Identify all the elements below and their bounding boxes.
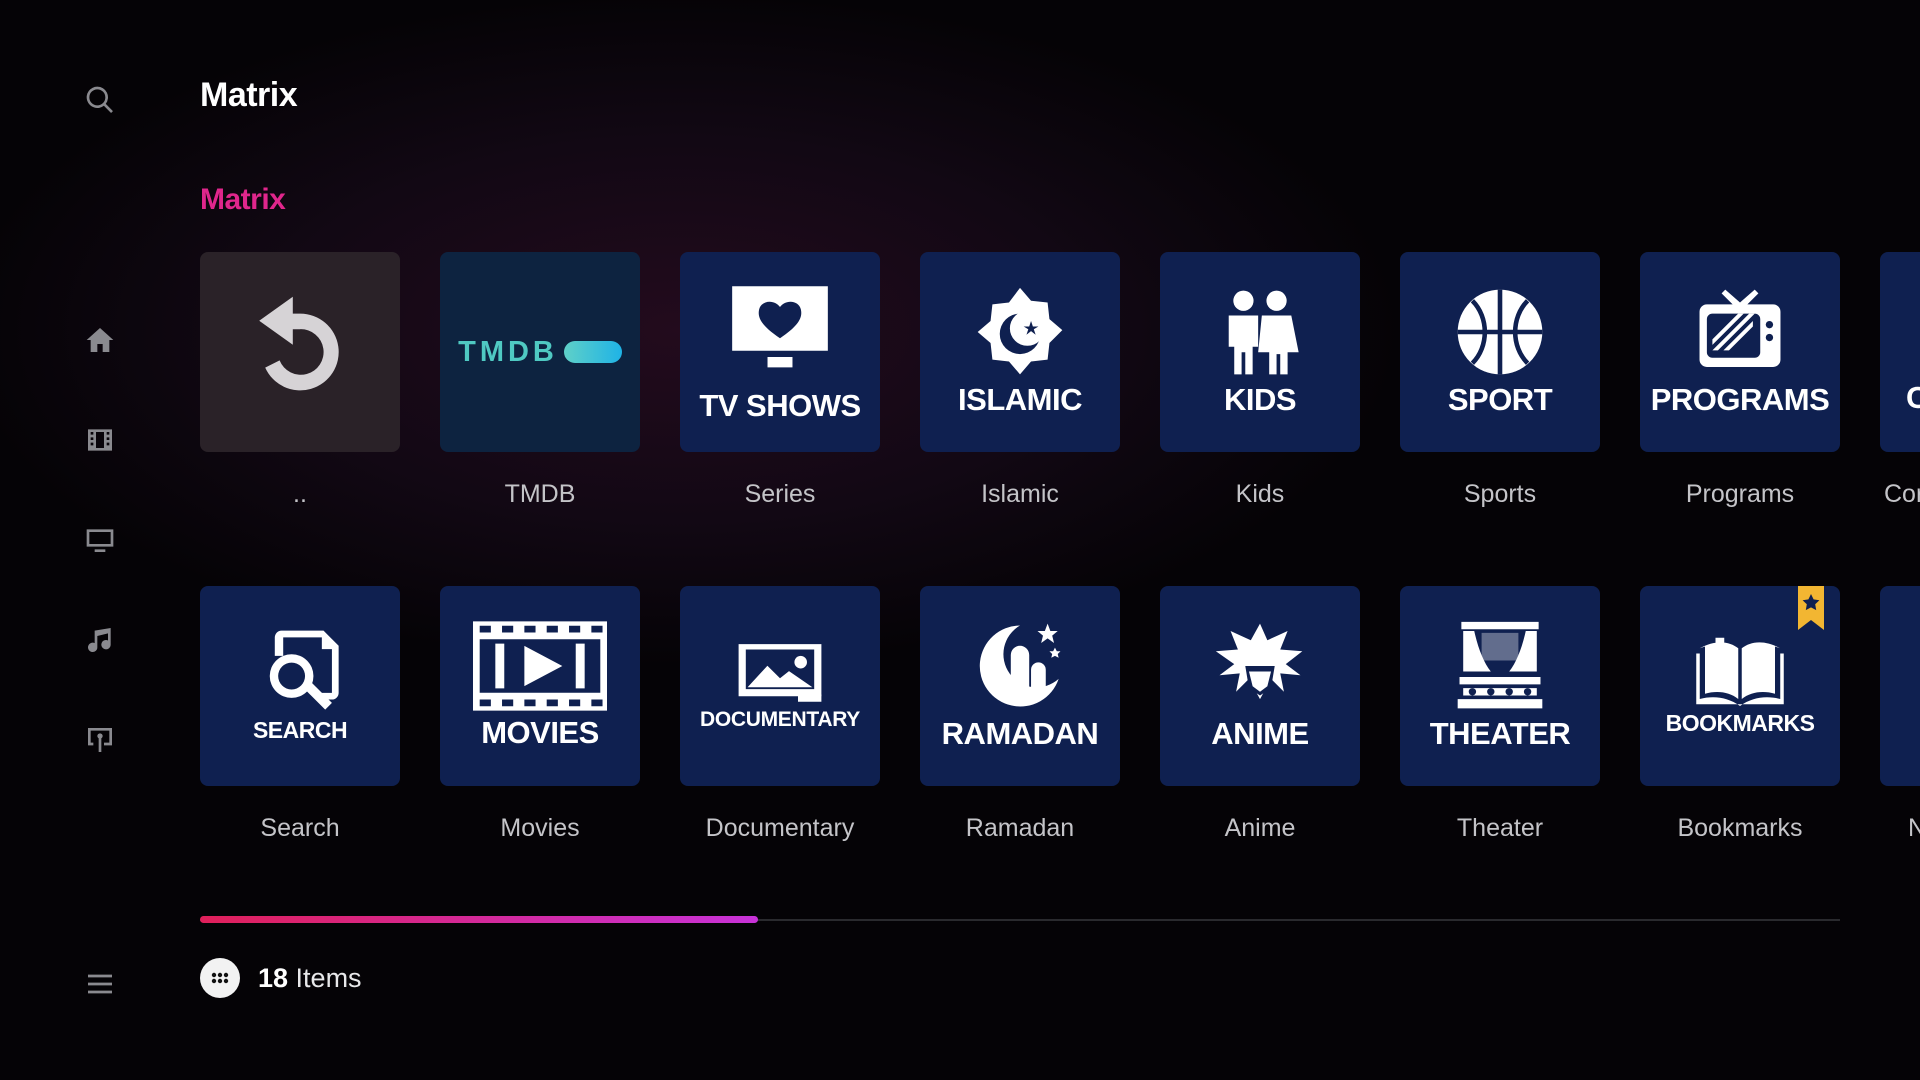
tile-thumb: PROGRAMS (1640, 252, 1840, 452)
tile-art-text: DOCUMENTARY (699, 708, 861, 731)
tmdb-logo-icon: TMDB (458, 336, 622, 369)
tile-art-text: PROGRAMS (1650, 382, 1830, 417)
film-play-icon (473, 621, 607, 711)
remote-icon[interactable] (80, 720, 120, 760)
tile-thumb: DOCUMENTARY (680, 586, 880, 786)
tv-icon[interactable] (80, 520, 120, 560)
tile-documentary[interactable]: DOCUMENTARY Documentary (680, 586, 920, 843)
tile-art-text: RAMADAN (941, 716, 1099, 751)
scroll-progress-track (200, 916, 1840, 923)
anime-hair-icon (1215, 623, 1303, 700)
tile-caption: TMDB (504, 480, 576, 508)
scroll-progress-fill (200, 916, 758, 923)
tile-caption: .. (293, 480, 307, 508)
tile-art-text: BOOKMARKS (1665, 709, 1815, 736)
tile-art-text: ANIME (1211, 716, 1309, 751)
tile-caption: N (1908, 814, 1920, 842)
tile-caption: Anime (1224, 814, 1296, 842)
tile-thumb: MOVIES (440, 586, 640, 786)
search-doc-icon (269, 630, 339, 710)
tile-caption: Kids (1235, 480, 1285, 508)
crescent-star-icon (977, 287, 1063, 375)
tile-thumb: ISLAMIC (920, 252, 1120, 452)
tile-caption: Programs (1685, 480, 1795, 508)
tile-caption: Islamic (981, 480, 1059, 508)
tile-programs[interactable]: PROGRAMS Programs (1640, 252, 1880, 509)
tile-caption: Movies (500, 814, 580, 842)
tile-islamic[interactable]: ISLAMIC Islamic (920, 252, 1160, 509)
tile-back[interactable]: .. (200, 252, 440, 509)
footer: 18 Items (200, 958, 362, 998)
kids-icon (1228, 290, 1299, 375)
tile-partial[interactable]: C Cor (1880, 252, 1920, 509)
ramadan-icon (979, 623, 1061, 707)
tile-theater[interactable]: THEATER Theater (1400, 586, 1640, 843)
tile-kids[interactable]: KIDS Kids (1160, 252, 1400, 509)
basketball-icon (1457, 289, 1543, 375)
sidebar (0, 0, 200, 1080)
theater-stage-icon (1457, 621, 1543, 709)
dots-grid-icon (211, 972, 229, 984)
tile-thumb (1880, 586, 1920, 786)
tile-thumb: TMDB (440, 252, 640, 452)
tile-thumb: C (1880, 252, 1920, 452)
tile-art-text: C (1906, 380, 1920, 415)
tile-sports[interactable]: SPORT Sports (1400, 252, 1640, 509)
tile-art-text: MOVIES (481, 715, 599, 750)
tv-heart-icon (732, 286, 828, 368)
back-arrow-icon (259, 296, 339, 391)
tile-art-text: SPORT (1447, 382, 1553, 417)
tile-search[interactable]: SEARCH Search (200, 586, 440, 843)
grid-options-button[interactable] (200, 958, 240, 998)
tile-thumb: RAMADAN (920, 586, 1120, 786)
tile-row-1: .. TMDB TMDB TV SHOWS Series ISLAMIC Isl… (200, 252, 1920, 552)
tile-caption: Ramadan (965, 814, 1075, 842)
item-count: 18 Items (258, 963, 362, 994)
page-title: Matrix (200, 76, 298, 114)
tile-thumb: KIDS (1160, 252, 1360, 452)
music-icon[interactable] (80, 620, 120, 660)
tile-caption: Bookmarks (1677, 814, 1803, 842)
tile-art-text: KIDS (1223, 382, 1297, 417)
open-book-icon (1696, 637, 1784, 706)
landscape-frame-icon (738, 644, 822, 702)
tile-series[interactable]: TV SHOWS Series (680, 252, 920, 509)
tile-art-text: TV SHOWS (699, 388, 861, 423)
menu-icon[interactable] (80, 964, 120, 1004)
tile-thumb: SPORT (1400, 252, 1600, 452)
tile-caption: Documentary (705, 814, 855, 842)
tile-thumb: SEARCH (200, 586, 400, 786)
home-icon[interactable] (80, 320, 120, 360)
tile-caption: Search (260, 814, 340, 842)
tile-thumb: BOOKMARKS (1640, 586, 1840, 786)
tile-art-text: SEARCH (252, 716, 348, 743)
tile-thumb: THEATER (1400, 586, 1600, 786)
bookmark-star-icon (1798, 586, 1824, 630)
retro-tv-icon (1699, 289, 1781, 367)
tile-art-text: THEATER (1429, 716, 1571, 751)
section-title: Matrix (200, 183, 286, 216)
tile-thumb: ANIME (1160, 586, 1360, 786)
tile-ramadan[interactable]: RAMADAN Ramadan (920, 586, 1160, 843)
tile-thumb (200, 252, 400, 452)
tile-row-2: SEARCH Search MOVIES Movies DOCUMENTARY … (200, 586, 1920, 886)
tile-anime[interactable]: ANIME Anime (1160, 586, 1400, 843)
item-count-label: Items (288, 962, 362, 993)
tmdb-logo-text: TMDB (458, 335, 558, 368)
tile-bookmarks[interactable]: BOOKMARKS Bookmarks (1640, 586, 1880, 843)
tile-caption: Sports (1463, 480, 1537, 508)
tile-movies[interactable]: MOVIES Movies (440, 586, 680, 843)
tile-caption: Theater (1456, 814, 1544, 842)
tile-caption: Series (744, 480, 816, 508)
tile-art-text: ISLAMIC (958, 382, 1082, 417)
item-count-number: 18 (258, 962, 289, 993)
tile-thumb: TV SHOWS (680, 252, 880, 452)
tile-partial-2[interactable]: N (1880, 586, 1920, 843)
tile-caption: Cor (1884, 480, 1920, 508)
search-icon[interactable] (80, 80, 120, 120)
movies-icon[interactable] (80, 420, 120, 460)
tmdb-pill (563, 341, 622, 363)
tile-tmdb[interactable]: TMDB TMDB (440, 252, 680, 509)
